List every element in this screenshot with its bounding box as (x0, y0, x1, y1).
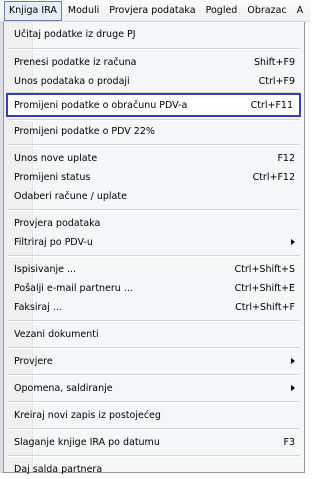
menu-separator (8, 320, 300, 322)
menu-moduli[interactable]: Moduli (64, 2, 103, 20)
menu-item-promijeni-obracun-pdv[interactable]: Promijeni podatke o obračunu PDV-a Ctrl+… (6, 93, 301, 117)
menu-item-label: Faksiraj ... (14, 301, 62, 313)
menu-item-label: Filtriraj po PDV-u (14, 236, 93, 248)
submenu-arrow-icon (291, 239, 295, 245)
menu-item-slaganje-knjige-ira[interactable]: Slaganje knjige IRA po datumu F3 (6, 432, 301, 452)
menu-bar: Knjiga IRA Moduli Provjera podataka Pogl… (0, 0, 310, 22)
menu-item-label: Odaberi račune / uplate (14, 190, 127, 202)
menu-item-ispisivanje[interactable]: Ispisivanje ... Ctrl+Shift+S (6, 259, 301, 279)
menu-item-posalji-email[interactable]: Pošalji e-mail partneru ... Ctrl+Shift+E (6, 278, 301, 298)
menu-item-label: Unos nove uplate (14, 152, 98, 164)
menu-item-label: Vezani dokumenti (14, 328, 99, 340)
menu-item-faksiraj[interactable]: Faksiraj ... Ctrl+Shift+F (6, 297, 301, 317)
menu-item-kreiraj-novi-zapis[interactable]: Kreiraj novi zapis iz postojećeg (6, 405, 301, 425)
menu-item-provjere[interactable]: Provjere (6, 351, 301, 371)
menu-separator (8, 374, 300, 376)
menu-item-unos-nove-uplate[interactable]: Unos nove uplate F12 (6, 148, 301, 168)
menu-separator (8, 428, 300, 430)
menu-item-promijeni-status[interactable]: Promijeni status Ctrl+F12 (6, 167, 301, 187)
menu-separator (8, 255, 300, 257)
menu-item-label: Promijeni podatke o obračunu PDV-a (14, 99, 188, 111)
menu-item-filtriraj-po-pdv[interactable]: Filtriraj po PDV-u (6, 232, 301, 252)
menu-item-label: Promijeni status (14, 171, 91, 183)
submenu-arrow-icon (291, 385, 295, 391)
menu-item-shortcut: Shift+F9 (253, 56, 295, 68)
menu-item-label: Kreiraj novi zapis iz postojećeg (14, 409, 161, 421)
menu-obrazac[interactable]: Obrazac (243, 2, 290, 20)
menu-separator (8, 347, 300, 349)
menu-item-opomena-saldiranje[interactable]: Opomena, saldiranje (6, 378, 301, 398)
menu-separator (8, 144, 300, 146)
menu-item-daj-salda-partnera[interactable]: Daj salda partnera (6, 459, 301, 479)
menu-item-label: Prenesi podatke iz računa (14, 56, 137, 68)
menu-provjera-podataka[interactable]: Provjera podataka (105, 2, 199, 20)
menu-item-odaberi-racune-uplate[interactable]: Odaberi račune / uplate (6, 186, 301, 206)
menu-item-ucitaj-iz-druge-pj[interactable]: Učitaj podatke iz druge PJ (6, 24, 301, 44)
menu-item-label: Promijeni podatke o PDV 22% (14, 125, 155, 137)
menu-item-label: Opomena, saldiranje (14, 382, 113, 394)
menu-item-shortcut: F12 (277, 152, 295, 164)
menu-item-label: Unos podataka o prodaji (14, 75, 130, 87)
menu-item-shortcut: Ctrl+F11 (250, 99, 293, 111)
menu-item-unos-podataka-prodaji[interactable]: Unos podataka o prodaji Ctrl+F9 (6, 71, 301, 91)
menu-item-shortcut: Ctrl+F9 (258, 75, 295, 87)
menu-item-provjera-podataka[interactable]: Provjera podataka (6, 213, 301, 233)
menu-item-vezani-dokumenti[interactable]: Vezani dokumenti (6, 324, 301, 344)
menu-knjiga-ira[interactable]: Knjiga IRA (4, 0, 62, 21)
menu-separator (8, 401, 300, 403)
menu-item-promijeni-pdv-22[interactable]: Promijeni podatke o PDV 22% (6, 121, 301, 141)
menu-item-label: Ispisivanje ... (14, 263, 77, 275)
menu-item-shortcut: Ctrl+Shift+F (235, 301, 295, 313)
menu-item-shortcut: Ctrl+F12 (252, 171, 295, 183)
submenu-arrow-icon (291, 358, 295, 364)
menu-item-shortcut: F3 (283, 436, 295, 448)
knjiga-ira-dropdown: Učitaj podatke iz druge PJ Prenesi podat… (3, 22, 305, 475)
menu-item-shortcut: Ctrl+Shift+S (234, 263, 295, 275)
menu-pogled[interactable]: Pogled (202, 2, 242, 20)
menu-separator (8, 48, 300, 50)
menu-item-label: Provjera podataka (14, 217, 101, 229)
menu-item-prenesi-iz-racuna[interactable]: Prenesi podatke iz računa Shift+F9 (6, 52, 301, 72)
menu-item-label: Pošalji e-mail partneru ... (14, 282, 133, 294)
menu-item-shortcut: Ctrl+Shift+E (234, 282, 295, 294)
menu-truncated[interactable]: A (293, 2, 308, 20)
menu-item-label: Slaganje knjige IRA po datumu (14, 436, 160, 448)
menu-item-label: Učitaj podatke iz druge PJ (14, 28, 136, 40)
menu-item-label: Provjere (14, 355, 53, 367)
menu-separator (8, 455, 300, 457)
menu-separator (8, 209, 300, 211)
